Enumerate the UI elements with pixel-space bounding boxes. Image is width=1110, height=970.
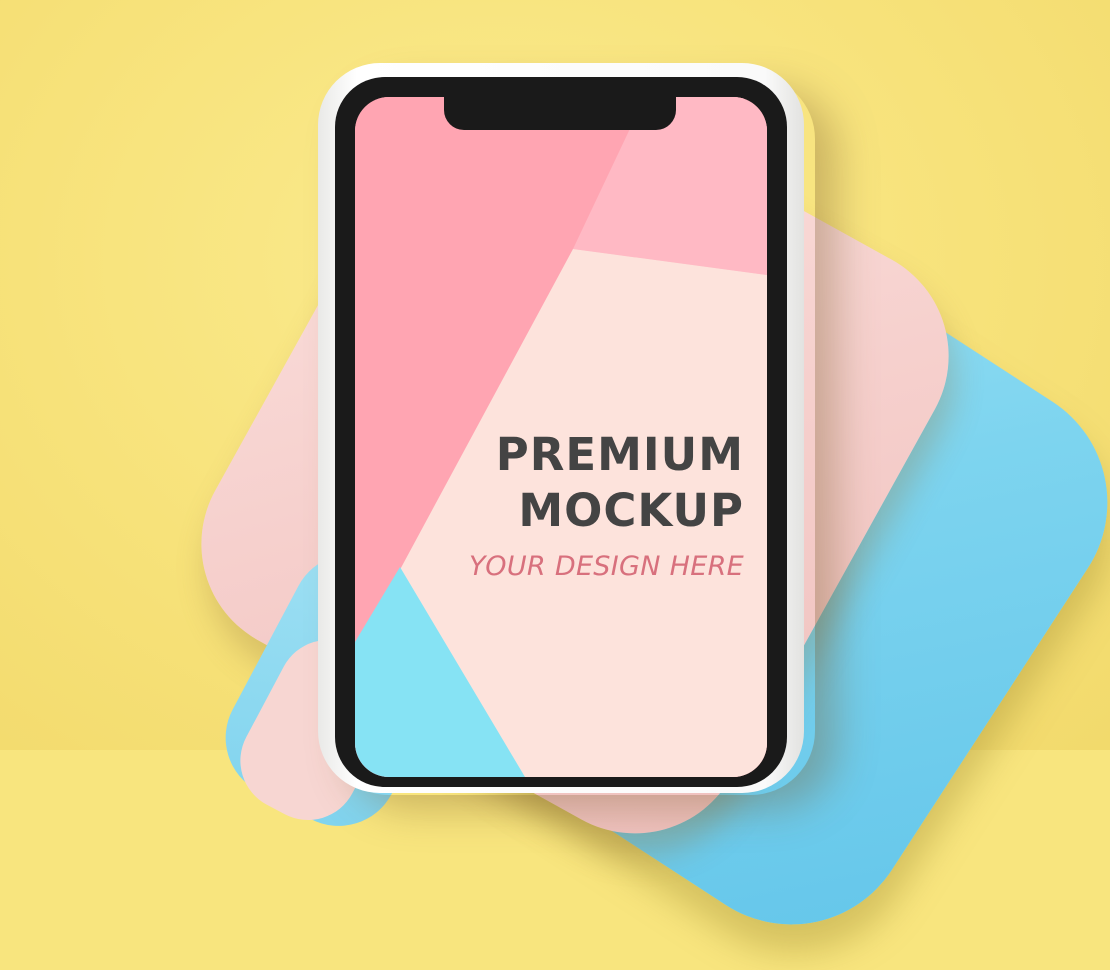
- headline-line-1: PREMIUM: [495, 428, 744, 481]
- mockup-scene: PREMIUM MOCKUP YOUR DESIGN HERE: [0, 0, 1110, 970]
- tagline: YOUR DESIGN HERE: [468, 551, 744, 582]
- phone-notch: [444, 96, 676, 130]
- headline-line-2: MOCKUP: [518, 484, 744, 537]
